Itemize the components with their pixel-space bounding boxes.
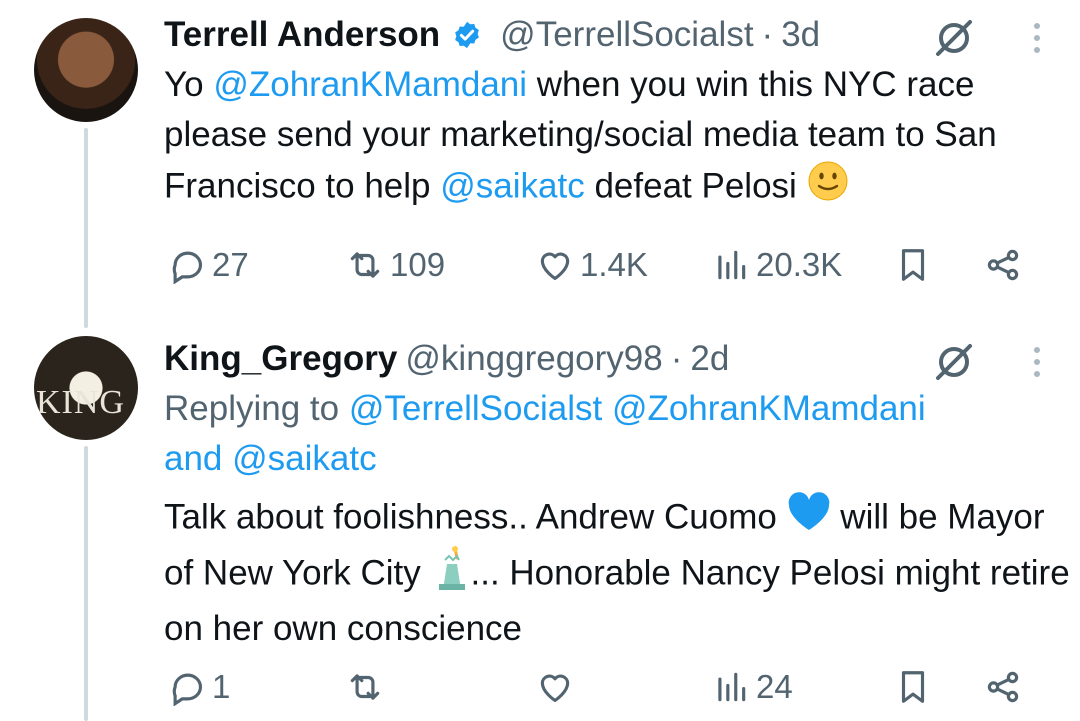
like-button[interactable] xyxy=(536,662,580,712)
display-name[interactable]: King_Gregory xyxy=(164,339,397,379)
like-button[interactable]: 1.4K xyxy=(536,240,648,290)
share-icon xyxy=(987,671,1019,703)
reply-icon xyxy=(172,673,203,706)
views-icon xyxy=(718,250,746,280)
tweet-text: Yo @ZohranKMamdani when you win this NYC… xyxy=(164,60,1080,216)
more-options-icon[interactable] xyxy=(1034,347,1040,377)
bookmark-icon xyxy=(901,249,925,281)
repost-count: 109 xyxy=(390,246,446,283)
bookmark-button[interactable] xyxy=(894,662,932,712)
share-button[interactable] xyxy=(984,240,1022,290)
views-count: 20.3K xyxy=(756,246,843,283)
timestamp[interactable]: 2d xyxy=(690,339,729,379)
bookmark-button[interactable] xyxy=(894,240,932,290)
mention-link[interactable]: @ZohranKMamdani xyxy=(213,65,527,104)
mention-link[interactable]: @ZohranKMamdani xyxy=(612,389,926,428)
reply-count: 1 xyxy=(212,668,231,705)
heart-icon xyxy=(540,674,570,703)
reply-icon xyxy=(172,251,203,284)
separator-dot: · xyxy=(761,15,774,54)
reply-button[interactable]: 27 xyxy=(168,240,249,290)
views-icon xyxy=(718,672,746,702)
more-options-icon[interactable] xyxy=(1034,23,1040,53)
grok-icon[interactable] xyxy=(932,16,976,60)
thread-line xyxy=(84,128,88,328)
blue-heart-emoji-icon xyxy=(787,492,831,546)
tweet-actions: 27 109 1.4K 20.3K xyxy=(164,240,1044,290)
verified-badge-icon xyxy=(452,20,482,50)
bookmark-icon xyxy=(901,671,925,703)
separator-dot: · xyxy=(670,339,683,378)
tweet-actions: 1 24 xyxy=(164,662,1044,712)
repost-icon xyxy=(350,252,380,278)
mention-link[interactable]: and @saikatc xyxy=(164,439,377,478)
like-count: 1.4K xyxy=(580,246,648,283)
avatar-text: KING xyxy=(36,384,125,421)
heart-icon xyxy=(540,252,570,281)
thread-line xyxy=(84,446,88,721)
user-handle[interactable]: @kinggregory98 xyxy=(405,339,662,379)
tweet[interactable]: Terrell Anderson @TerrellSocialst · 3d Y… xyxy=(164,12,1080,284)
reply-count: 27 xyxy=(212,246,249,283)
mention-link[interactable]: @saikatc xyxy=(440,166,584,205)
repost-icon xyxy=(350,674,380,700)
replying-to: Replying to @TerrellSocialst @ZohranKMam… xyxy=(164,389,926,478)
statue-of-liberty-emoji-icon xyxy=(431,546,471,604)
grok-icon[interactable] xyxy=(932,340,976,384)
user-handle[interactable]: @TerrellSocialst xyxy=(500,15,753,55)
reply-button[interactable]: 1 xyxy=(168,662,230,712)
repost-button[interactable] xyxy=(346,662,390,712)
avatar[interactable] xyxy=(34,18,138,122)
mention-link[interactable]: @TerrellSocialst xyxy=(349,389,602,428)
views-button[interactable]: 20.3K xyxy=(712,240,842,290)
tweet[interactable]: King_Gregory @kinggregory98 · 2d Replyin… xyxy=(164,336,1080,706)
timestamp[interactable]: 3d xyxy=(781,15,820,55)
share-icon xyxy=(987,249,1019,281)
share-button[interactable] xyxy=(984,662,1022,712)
views-count: 24 xyxy=(756,668,793,705)
repost-button[interactable]: 109 xyxy=(346,240,445,290)
avatar[interactable]: KING xyxy=(34,336,138,440)
views-button[interactable]: 24 xyxy=(712,662,793,712)
tweet-text: Talk about foolishness.. Andrew Cuomo wi… xyxy=(164,492,1080,654)
smiley-emoji-icon xyxy=(807,160,849,216)
display-name[interactable]: Terrell Anderson xyxy=(164,15,440,55)
